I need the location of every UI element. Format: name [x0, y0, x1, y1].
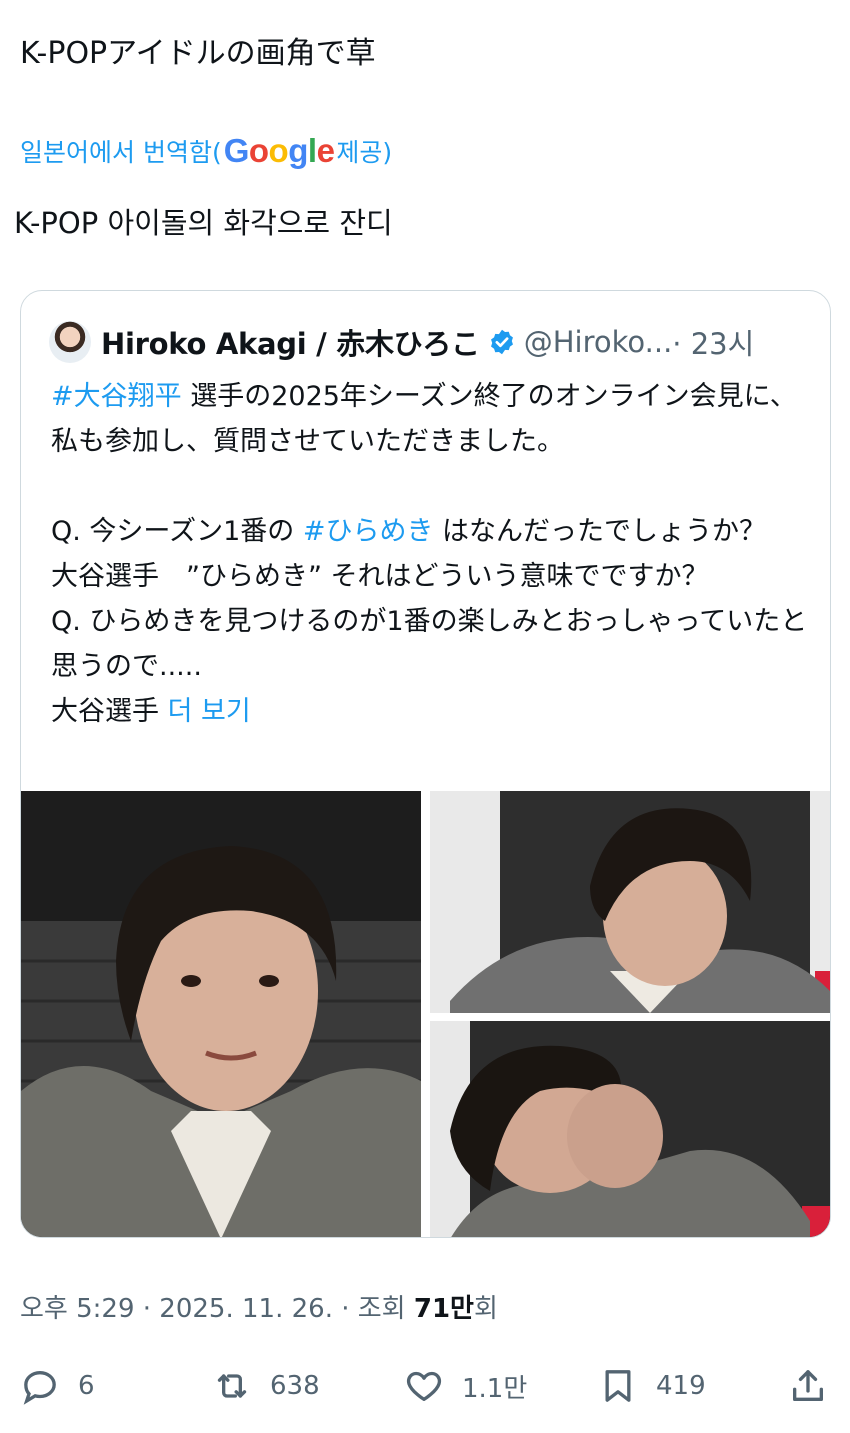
quote-time[interactable]: · 23시	[672, 321, 754, 363]
photo-top-right[interactable]	[430, 791, 830, 1013]
translation-row[interactable]: 일본어에서 번역함( Google 제공)	[20, 131, 392, 171]
quote-author-name[interactable]: Hiroko Akagi / 赤木ひろこ	[101, 321, 480, 363]
translation-suffix: 제공)	[336, 138, 393, 167]
views-count: 71만	[413, 1294, 474, 1324]
post-date[interactable]: 2025. 11. 26.	[159, 1294, 333, 1324]
quote-card[interactable]: Hiroko Akagi / 赤木ひろこ @Hiroko... · 23시 #大…	[20, 290, 831, 1238]
hashtag-link[interactable]: #大谷翔平	[51, 381, 182, 412]
repost-count: 638	[270, 1371, 320, 1401]
like-button[interactable]: 1.1만	[404, 1361, 527, 1411]
show-more-link[interactable]: 더 보기	[168, 696, 251, 727]
photo-bottom-right[interactable]	[430, 1021, 830, 1237]
views-label: 조회	[357, 1294, 414, 1324]
quote-text: 大谷選手 ”ひらめき” それはどういう意味でですか？	[51, 561, 709, 592]
translated-text: K-POP 아이돌의 화각으로 잔디	[14, 206, 393, 240]
avatar[interactable]	[49, 321, 91, 363]
photo-main[interactable]	[21, 791, 421, 1237]
views-label-suffix: 회	[473, 1294, 498, 1324]
share-button[interactable]	[788, 1361, 846, 1411]
quote-body: #大谷翔平 選手の2025年シーズン終了のオンライン会見に、私も参加し、質問させ…	[51, 374, 811, 734]
google-logo: Google	[223, 132, 335, 169]
quote-text: Q. 今シーズン1番の	[51, 516, 303, 547]
quote-text: Q. ひらめきを見つけるのが1番の楽しみとおっしゃっていたと思うので.....	[51, 606, 808, 682]
repost-icon	[217, 1374, 247, 1398]
reply-count: 6	[78, 1371, 95, 1401]
heart-icon	[406, 1371, 442, 1401]
share-icon	[793, 1370, 823, 1401]
reply-button[interactable]: 6	[20, 1361, 95, 1411]
post-text: K-POPアイドルの画角で草	[20, 36, 376, 71]
hashtag-link[interactable]: #ひらめき	[303, 516, 434, 547]
quote-text: はなんだったでしょうか？	[433, 516, 767, 547]
bookmark-icon	[605, 1370, 631, 1402]
reply-icon	[23, 1370, 56, 1405]
repost-button[interactable]: 638	[212, 1361, 320, 1411]
quote-handle[interactable]: @Hiroko...	[524, 325, 673, 359]
quote-text: 大谷選手	[51, 696, 168, 727]
action-bar: 6 638 1.1만 419	[0, 1361, 850, 1411]
like-count: 1.1만	[462, 1373, 528, 1404]
post-time[interactable]: 오후 5:29	[20, 1294, 135, 1324]
post-meta: 오후 5:29 · 2025. 11. 26. · 조회 71만회	[20, 1294, 498, 1324]
translation-prefix: 일본어에서 번역함(	[20, 138, 222, 167]
bookmark-count: 419	[656, 1371, 706, 1401]
quote-header: Hiroko Akagi / 赤木ひろこ @Hiroko... · 23시	[49, 321, 754, 363]
verified-badge-icon	[488, 328, 516, 356]
bookmark-button[interactable]: 419	[598, 1361, 706, 1411]
